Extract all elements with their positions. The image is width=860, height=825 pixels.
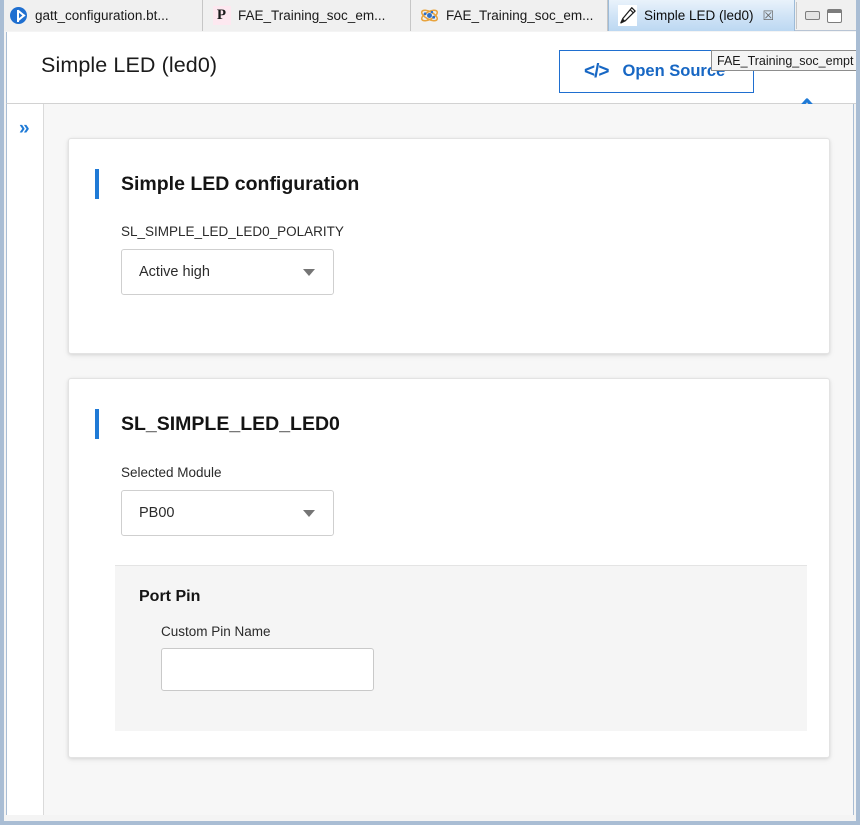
- close-icon[interactable]: ☒: [763, 9, 775, 22]
- field-label-polarity: SL_SIMPLE_LED_LED0_POLARITY: [121, 224, 344, 239]
- tab-label: FAE_Training_soc_em...: [446, 8, 594, 23]
- window-controls: [796, 2, 858, 29]
- field-label-selected-module: Selected Module: [121, 465, 222, 480]
- project-p-icon: P: [212, 6, 231, 25]
- configuration-content: Simple LED configuration SL_SIMPLE_LED_L…: [44, 104, 854, 815]
- field-label-custom-pin-name: Custom Pin Name: [161, 624, 271, 639]
- tooltip: FAE_Training_soc_empt: [711, 50, 860, 71]
- editor-pencil-icon: [618, 5, 637, 26]
- left-rail: »: [6, 104, 44, 815]
- code-brackets-icon: </>: [584, 60, 610, 82]
- card-sl-simple-led-led0: SL_SIMPLE_LED_LED0 Selected Module PB00 …: [68, 378, 830, 758]
- chevron-down-icon: [303, 269, 315, 276]
- tab-simple-led[interactable]: Simple LED (led0) ☒: [608, 0, 795, 31]
- application-window: gatt_configuration.bt... P FAE_Training_…: [0, 0, 860, 825]
- accent-bar-icon: [95, 409, 99, 439]
- maximize-button[interactable]: [827, 8, 842, 23]
- chevron-double-right-icon[interactable]: »: [19, 119, 30, 138]
- tab-gatt-configuration[interactable]: gatt_configuration.bt...: [0, 0, 203, 31]
- accent-bar-icon: [95, 169, 99, 199]
- tab-fae-training-project[interactable]: P FAE_Training_soc_em...: [203, 0, 411, 31]
- select-value: Active high: [139, 264, 210, 280]
- page-title: Simple LED (led0): [41, 53, 218, 77]
- card-title: Simple LED configuration: [121, 172, 360, 195]
- bluetooth-icon: [9, 6, 28, 25]
- card-header: Simple LED configuration: [95, 169, 359, 199]
- tab-label: FAE_Training_soc_em...: [238, 8, 386, 23]
- tab-label: Simple LED (led0): [644, 8, 754, 23]
- chevron-down-icon: [303, 510, 315, 517]
- open-source-label: Open Source: [622, 62, 726, 80]
- select-value: PB00: [139, 505, 175, 521]
- tab-fae-training-slcp[interactable]: FAE_Training_soc_em...: [411, 0, 608, 31]
- card-simple-led-configuration: Simple LED configuration SL_SIMPLE_LED_L…: [68, 138, 830, 354]
- tab-label: gatt_configuration.bt...: [35, 8, 169, 23]
- atom-icon: [420, 6, 439, 25]
- card-header: SL_SIMPLE_LED_LED0: [95, 409, 340, 439]
- card-title: SL_SIMPLE_LED_LED0: [121, 412, 340, 435]
- minimize-button[interactable]: [805, 11, 820, 20]
- section-port-pin: Port Pin Custom Pin Name: [115, 565, 807, 731]
- editor-tab-bar: gatt_configuration.bt... P FAE_Training_…: [0, 0, 860, 31]
- select-selected-module[interactable]: PB00: [121, 490, 334, 536]
- custom-pin-name-input[interactable]: [161, 648, 374, 691]
- section-title: Port Pin: [139, 588, 201, 605]
- select-polarity[interactable]: Active high: [121, 249, 334, 295]
